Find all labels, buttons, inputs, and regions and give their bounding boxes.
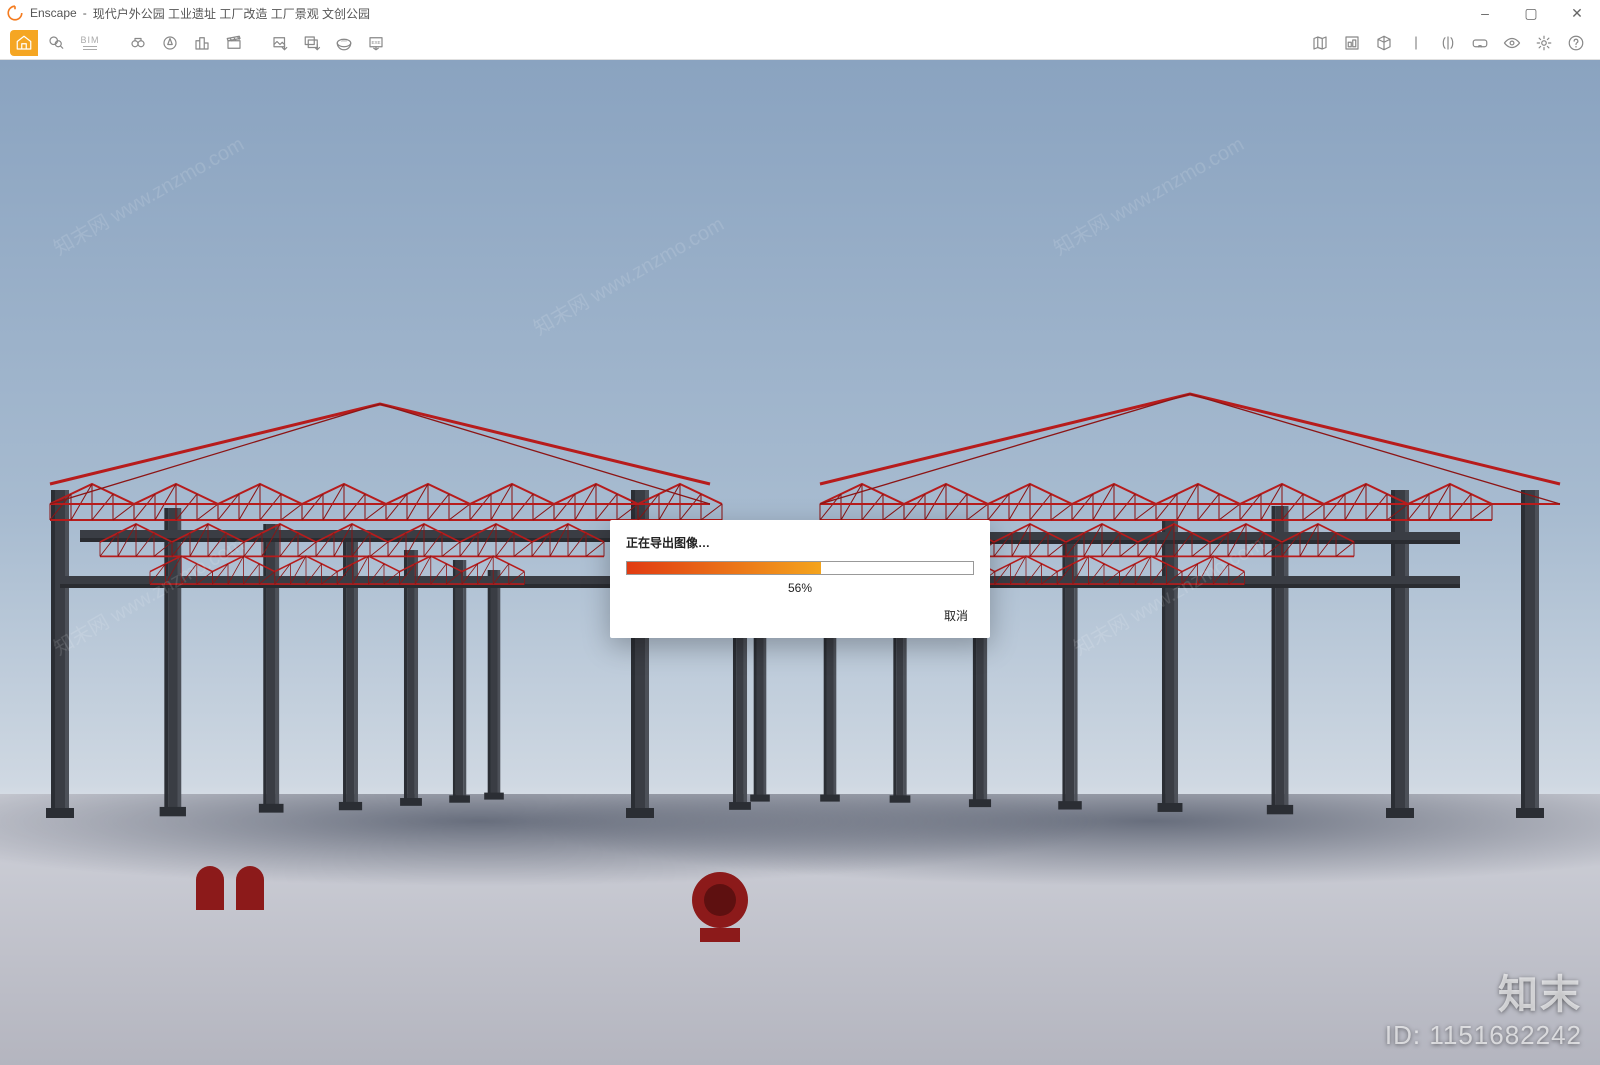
title-separator: - — [83, 6, 87, 20]
help-icon[interactable] — [1562, 30, 1590, 56]
svg-text:EXE: EXE — [371, 39, 380, 44]
progress-bar-fill — [627, 562, 821, 574]
progress-bar — [626, 561, 974, 575]
city-icon[interactable] — [188, 30, 216, 56]
mirror-icon[interactable] — [1434, 30, 1462, 56]
document-title: 现代户外公园 工业遗址 工厂改造 工厂景观 文创公园 — [93, 5, 370, 22]
clapper-icon[interactable] — [220, 30, 248, 56]
window-maximize-button[interactable]: ▢ — [1508, 0, 1554, 26]
vr-icon[interactable] — [1466, 30, 1494, 56]
compass-icon[interactable] — [156, 30, 184, 56]
brand-id: ID: 1151682242 — [1385, 1020, 1582, 1051]
toolbar: BIM360EXE ▿ — [0, 26, 1600, 60]
search-scene-icon[interactable] — [42, 30, 70, 56]
render-viewport[interactable]: 知末网 www.znzmo.com 知末网 www.znzmo.com 知末网 … — [0, 60, 1600, 1065]
app-logo-icon — [6, 4, 24, 22]
map-icon[interactable] — [1306, 30, 1334, 56]
site-brand-overlay: 知末 ID: 1151682242 — [1385, 962, 1582, 1051]
svg-text:360: 360 — [341, 38, 347, 42]
window-close-button[interactable]: ✕ — [1554, 0, 1600, 26]
binoculars-icon[interactable] — [124, 30, 152, 56]
export-progress-dialog: 正在导出图像… 56% 取消 — [610, 520, 990, 638]
progress-percent: 56% — [626, 581, 974, 595]
export-image-icon[interactable] — [266, 30, 294, 56]
brand-name: 知末 — [1385, 962, 1582, 1020]
pano-icon[interactable]: 360 — [330, 30, 358, 56]
app-name: Enscape — [30, 6, 77, 20]
export-batch-icon[interactable] — [298, 30, 326, 56]
asset-lib-icon[interactable] — [1338, 30, 1366, 56]
titlebar: Enscape - 现代户外公园 工业遗址 工厂改造 工厂景观 文创公园 – ▢… — [0, 0, 1600, 26]
bim-icon[interactable]: BIM — [74, 30, 106, 56]
cancel-button[interactable]: 取消 — [938, 603, 974, 628]
divider-icon[interactable] — [1402, 30, 1430, 56]
exe-export-icon[interactable]: EXE — [362, 30, 390, 56]
eye-icon[interactable] — [1498, 30, 1526, 56]
settings-icon[interactable] — [1530, 30, 1558, 56]
home-icon[interactable] — [10, 30, 38, 56]
dialog-title: 正在导出图像… — [626, 534, 974, 551]
cube-icon[interactable] — [1370, 30, 1398, 56]
window-minimize-button[interactable]: – — [1462, 0, 1508, 26]
